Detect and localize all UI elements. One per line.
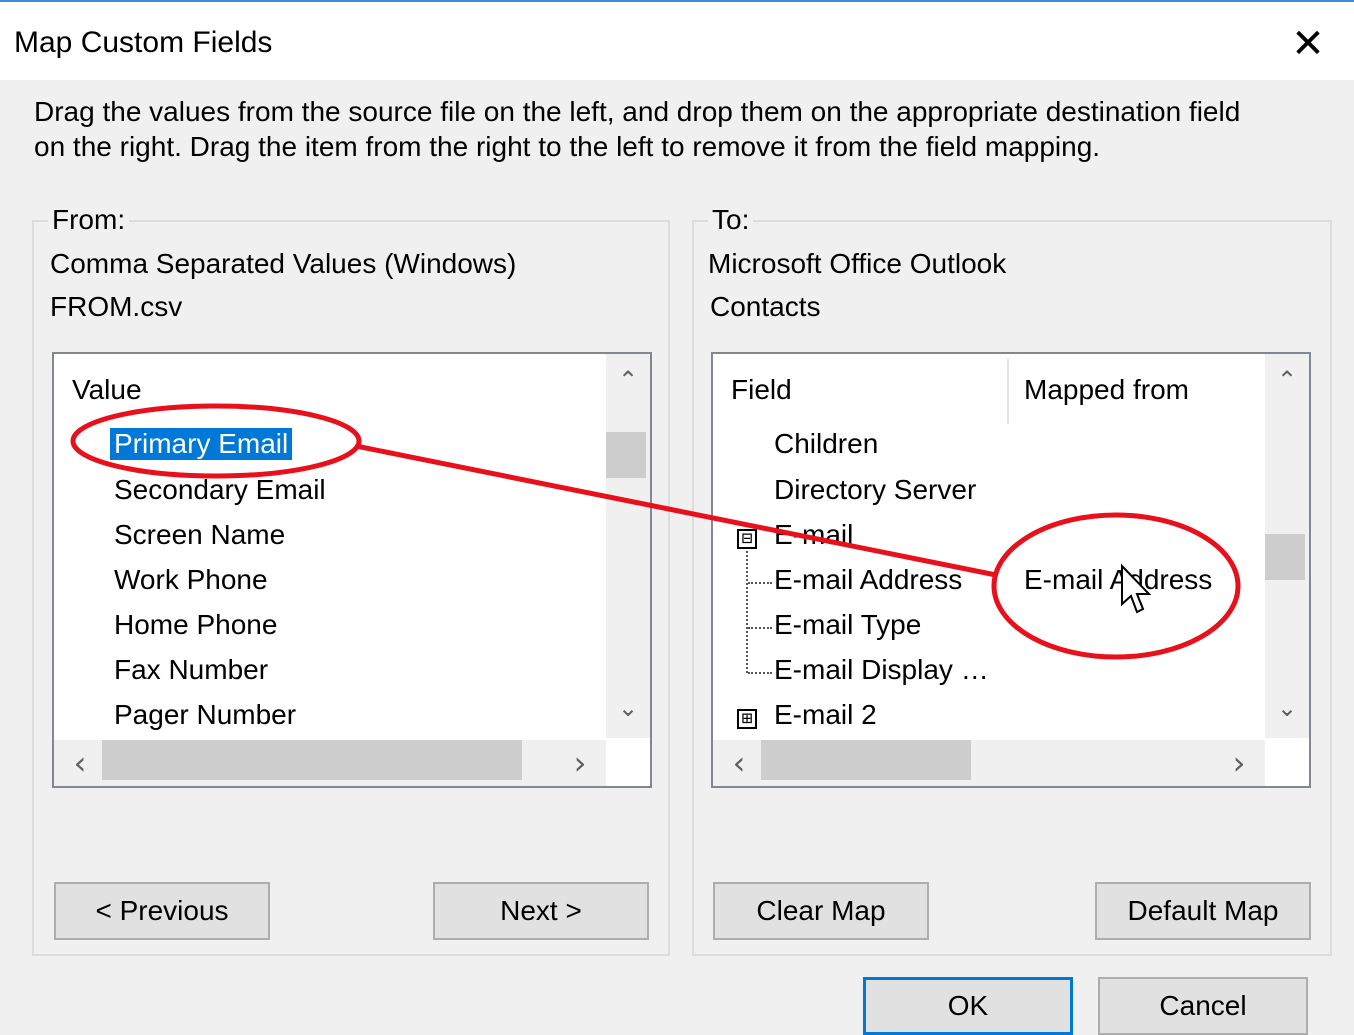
destination-vscroll-thumb[interactable] <box>1265 534 1305 580</box>
value-column-header[interactable]: Value <box>72 374 142 406</box>
ok-button[interactable]: OK <box>863 977 1073 1035</box>
clear-map-button[interactable]: Clear Map <box>713 882 929 940</box>
expand-icon[interactable]: ⊞ <box>737 709 757 729</box>
destination-hscroll-thumb[interactable] <box>761 740 971 780</box>
instructions-line-1: Drag the values from the source file on … <box>34 96 1241 127</box>
from-legend: From: <box>48 204 130 236</box>
close-icon: ✕ <box>1291 21 1325 67</box>
title-bar: Map Custom Fields ✕ <box>0 2 1354 80</box>
tree-item-email-2[interactable]: E-mail 2 <box>774 699 877 731</box>
list-item-work-phone[interactable]: Work Phone <box>114 564 268 596</box>
list-item-fax-number[interactable]: Fax Number <box>114 654 268 686</box>
source-type-label: Comma Separated Values (Windows) <box>50 248 517 279</box>
list-item-primary-email[interactable]: Primary Email <box>110 428 293 460</box>
tree-item-email-address[interactable]: E-mail Address <box>774 564 962 596</box>
destination-vertical-scrollbar[interactable]: ⌃ ⌄ <box>1265 354 1309 738</box>
previous-button[interactable]: < Previous <box>54 882 270 940</box>
source-vscroll-thumb[interactable] <box>606 432 646 478</box>
tree-connector-vertical <box>746 551 748 673</box>
list-item-pager-number[interactable]: Pager Number <box>114 699 296 731</box>
cancel-button[interactable]: Cancel <box>1098 977 1308 1035</box>
tree-item-email[interactable]: E-mail <box>774 519 853 551</box>
mapped-value-email-address: E-mail Address <box>1024 564 1213 595</box>
collapse-icon[interactable]: ⊟ <box>737 529 757 549</box>
tree-connector <box>748 582 772 584</box>
scroll-right-icon[interactable]: › <box>562 744 598 782</box>
close-button[interactable]: ✕ <box>1278 16 1338 72</box>
instructions-line-2: on the right. Drag the item from the rig… <box>34 131 1101 162</box>
default-map-button[interactable]: Default Map <box>1095 882 1311 940</box>
scroll-down-icon[interactable]: ⌄ <box>1265 694 1309 722</box>
scroll-left-icon[interactable]: ‹ <box>62 744 98 782</box>
mapped-from-column-header[interactable]: Mapped from <box>1024 374 1189 406</box>
tree-item-directory-server[interactable]: Directory Server <box>774 474 976 506</box>
scroll-right-icon[interactable]: › <box>1221 744 1257 782</box>
source-values-list[interactable]: Value Primary Email Secondary Email Scre… <box>52 352 652 788</box>
tree-connector <box>748 672 772 674</box>
map-custom-fields-dialog: Map Custom Fields ✕ Drag the values from… <box>0 0 1354 1035</box>
source-horizontal-scrollbar[interactable]: ‹ › <box>54 740 606 786</box>
scroll-left-icon[interactable]: ‹ <box>721 744 757 782</box>
field-column-header[interactable]: Field <box>731 374 792 406</box>
destination-app-label: Microsoft Office Outlook <box>708 248 1007 279</box>
list-item-screen-name[interactable]: Screen Name <box>114 519 285 551</box>
instructions-text: Drag the values from the source file on … <box>34 94 1334 164</box>
scroll-up-icon[interactable]: ⌃ <box>1265 366 1309 394</box>
scroll-up-icon[interactable]: ⌃ <box>606 366 650 394</box>
column-separator[interactable] <box>1007 358 1009 424</box>
scroll-down-icon[interactable]: ⌄ <box>606 694 650 722</box>
tree-connector <box>748 627 772 629</box>
source-hscroll-thumb[interactable] <box>102 740 522 780</box>
destination-horizontal-scrollbar[interactable]: ‹ › <box>713 740 1265 786</box>
source-vertical-scrollbar[interactable]: ⌃ ⌄ <box>606 354 650 738</box>
list-item-home-phone[interactable]: Home Phone <box>114 609 277 641</box>
source-file-label: FROM.csv <box>50 291 183 322</box>
destination-fields-tree[interactable]: Field Mapped from Children Directory Ser… <box>711 352 1311 788</box>
destination-folder-label: Contacts <box>710 291 821 322</box>
dialog-title: Map Custom Fields <box>14 26 273 59</box>
next-button[interactable]: Next > <box>433 882 649 940</box>
tree-item-email-type[interactable]: E-mail Type <box>774 609 921 641</box>
to-legend: To: <box>708 204 754 236</box>
list-item-secondary-email[interactable]: Secondary Email <box>114 474 326 506</box>
tree-item-email-display[interactable]: E-mail Display … <box>774 654 989 686</box>
tree-item-children[interactable]: Children <box>774 428 878 460</box>
